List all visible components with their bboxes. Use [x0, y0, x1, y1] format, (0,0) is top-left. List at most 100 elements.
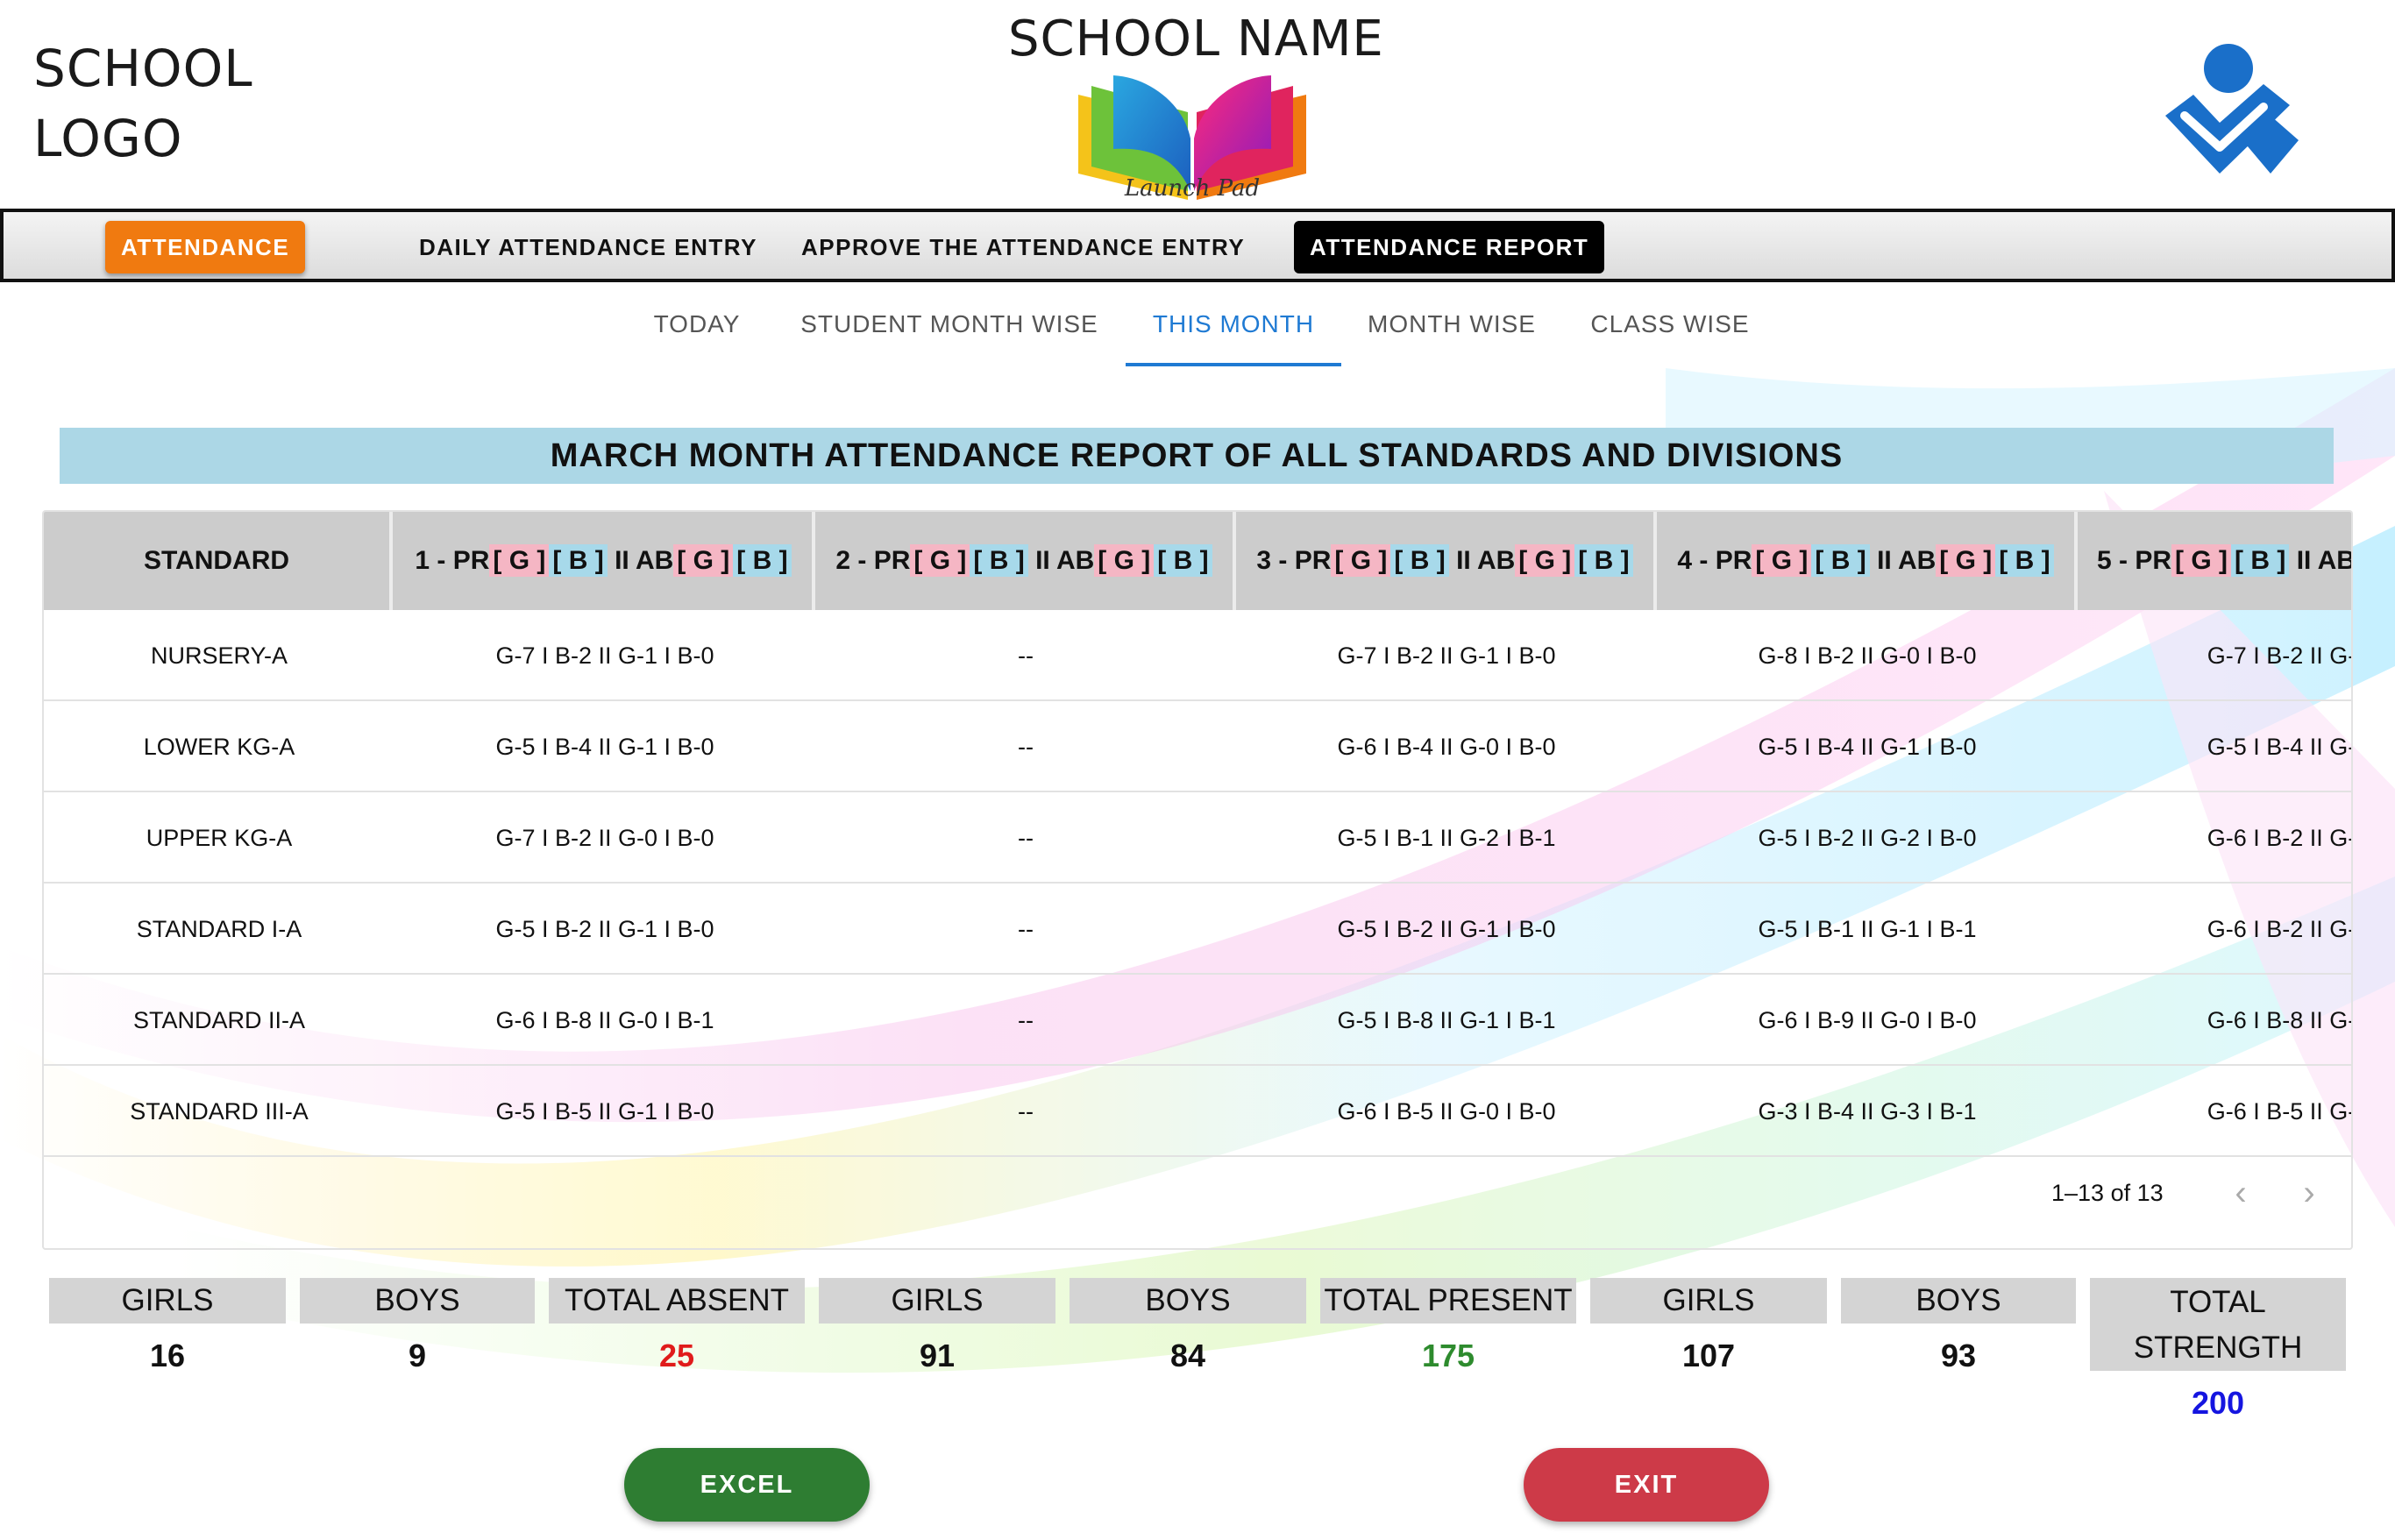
total-strength-label: TOTAL STRENGTH: [2090, 1278, 2346, 1371]
absent-separator: II AB: [2289, 546, 2353, 575]
school-logo: SCHOOL LOGO: [33, 33, 253, 174]
boys-tag: [ B ]: [1390, 544, 1449, 577]
tab-class-wise[interactable]: CLASS WISE: [1571, 282, 1769, 366]
boys-tag: [ B ]: [1154, 544, 1212, 577]
cell-day-4: G-5 I B-1 II G-1 I B-1: [1758, 916, 1977, 942]
cell-day-1: G-7 I B-2 II G-1 I B-0: [495, 642, 714, 669]
cell-day-5: G-5 I B-4 II G-1: [2207, 734, 2353, 760]
cell-day-5: G-6 I B-8 II G-0: [2207, 1007, 2353, 1033]
day-label: 1 - PR: [415, 546, 490, 575]
total-strength-label-line-2: STRENGTH: [2133, 1331, 2303, 1365]
table-row: UPPER KG-A G-7 I B-2 II G-0 I B-0 -- G-5…: [44, 792, 2353, 884]
table-row: LOWER KG-A G-5 I B-4 II G-1 I B-0 -- G-6…: [44, 701, 2353, 792]
strength-boys-label: BOYS: [1841, 1278, 2076, 1324]
column-header-standard[interactable]: STANDARD: [44, 512, 393, 610]
tab-student-month-wise[interactable]: STUDENT MONTH WISE: [789, 282, 1110, 366]
boys-tag: [ B ]: [1574, 544, 1633, 577]
absent-girls-label: GIRLS: [49, 1278, 286, 1324]
absent-girls-count: 16: [149, 1338, 186, 1373]
total-absent-label: TOTAL ABSENT: [549, 1278, 805, 1324]
cell-day-2: --: [1018, 1098, 1034, 1125]
girls-tag: [ G ]: [1515, 544, 1575, 577]
cell-day-4: G-6 I B-9 II G-0 I B-0: [1758, 1007, 1977, 1033]
girls-tag: [ G ]: [489, 544, 550, 577]
attendance-table: STANDARD 1 - PR[ G ][ B ] II AB[ G ][ B …: [42, 510, 2353, 1250]
tab-month-wise[interactable]: MONTH WISE: [1355, 282, 1548, 366]
girls-tag: [ G ]: [1936, 544, 1996, 577]
column-header-day-4[interactable]: 4 - PR[ G ][ B ] II AB[ G ][ B ]: [1657, 512, 2078, 610]
chevron-right-icon[interactable]: ›: [2292, 1146, 2327, 1239]
logo-line-2: LOGO: [33, 109, 183, 168]
absent-separator: II AB: [1448, 546, 1516, 575]
girls-tag: [ G ]: [1331, 544, 1391, 577]
present-girls-label: GIRLS: [819, 1278, 1055, 1324]
excel-export-button[interactable]: EXCEL: [624, 1448, 870, 1522]
nav-attendance-report[interactable]: ATTENDANCE REPORT: [1294, 221, 1605, 273]
cell-day-1: G-5 I B-2 II G-1 I B-0: [495, 916, 714, 942]
strength-boys-count: 93: [1940, 1338, 1977, 1373]
day-label: 4 - PR: [1677, 546, 1752, 575]
cell-day-4: G-3 I B-4 II G-3 I B-1: [1758, 1098, 1977, 1125]
present-boys-label: BOYS: [1070, 1278, 1306, 1324]
strength-girls-count: 107: [1681, 1338, 1736, 1373]
column-header-day-3[interactable]: 3 - PR[ G ][ B ] II AB[ G ][ B ]: [1236, 512, 1657, 610]
boys-tag: [ B ]: [1995, 544, 2054, 577]
cell-standard: STANDARD III-A: [130, 1098, 309, 1125]
cell-day-3: G-5 I B-8 II G-1 I B-1: [1337, 1007, 1556, 1033]
absent-separator: II AB: [607, 546, 674, 575]
cell-day-2: --: [1018, 916, 1034, 942]
table-header: STANDARD 1 - PR[ G ][ B ] II AB[ G ][ B …: [44, 512, 2353, 610]
cell-day-3: G-5 I B-1 II G-2 I B-1: [1337, 825, 1556, 851]
cell-day-2: --: [1018, 825, 1034, 851]
chevron-left-icon[interactable]: ‹: [2223, 1146, 2258, 1239]
main-navbar: ATTENDANCE DAILY ATTENDANCE ENTRY APPROV…: [0, 209, 2395, 282]
tab-today[interactable]: TODAY: [631, 282, 763, 366]
table-pagination: 1–13 of 13 ‹ ›: [44, 1146, 2351, 1248]
cell-day-1: G-5 I B-5 II G-1 I B-0: [495, 1098, 714, 1125]
absent-separator: II AB: [1869, 546, 1937, 575]
nav-attendance-module[interactable]: ATTENDANCE: [105, 221, 306, 273]
girls-tag: [ G ]: [2171, 544, 2232, 577]
day-label: 5 - PR: [2097, 546, 2172, 575]
absent-boys-count: 9: [408, 1338, 427, 1373]
report-tabs: TODAY STUDENT MONTH WISE THIS MONTH MONT…: [0, 282, 2395, 366]
exit-button[interactable]: EXIT: [1524, 1448, 1769, 1522]
column-header-day-5[interactable]: 5 - PR[ G ][ B ] II AB[ G ][ B ]: [2078, 512, 2353, 610]
report-title: MARCH MONTH ATTENDANCE REPORT OF ALL STA…: [60, 428, 2334, 484]
cell-standard: STANDARD I-A: [136, 916, 302, 942]
cell-day-3: G-7 I B-2 II G-1 I B-0: [1337, 642, 1556, 669]
boys-tag: [ B ]: [733, 544, 792, 577]
cell-day-3: G-5 I B-2 II G-1 I B-0: [1337, 916, 1556, 942]
total-present-label: TOTAL PRESENT: [1320, 1278, 1576, 1324]
tab-this-month[interactable]: THIS MONTH: [1126, 282, 1341, 366]
cell-day-2: --: [1018, 642, 1034, 669]
present-girls-count: 91: [919, 1338, 956, 1373]
boys-tag: [ B ]: [549, 544, 608, 577]
day-label: 3 - PR: [1256, 546, 1332, 575]
total-absent-count: 25: [658, 1338, 695, 1373]
nav-approve-attendance-entry[interactable]: APPROVE THE ATTENDANCE ENTRY: [785, 221, 1261, 273]
brand-checkmark-icon: [2165, 44, 2299, 174]
girls-tag: [ G ]: [1752, 544, 1812, 577]
table-row: STANDARD I-A G-5 I B-2 II G-1 I B-0 -- G…: [44, 884, 2351, 975]
day-label: 2 - PR: [835, 546, 911, 575]
school-tagline: Launch Pad: [1124, 175, 1261, 202]
present-boys-count: 84: [1169, 1338, 1206, 1373]
boys-tag: [ B ]: [1811, 544, 1870, 577]
school-name: SCHOOL NAME: [1008, 11, 1384, 67]
table-row: STANDARD III-A G-5 I B-5 II G-1 I B-0 --…: [44, 1066, 2351, 1157]
boys-tag: [ B ]: [2231, 544, 2290, 577]
cell-day-5: G-7 I B-2 II G-1: [2207, 642, 2353, 669]
column-header-day-2[interactable]: 2 - PR[ G ][ B ] II AB[ G ][ B ]: [815, 512, 1236, 610]
cell-day-4: G-5 I B-4 II G-1 I B-0: [1758, 734, 1977, 760]
column-header-day-1[interactable]: 1 - PR[ G ][ B ] II AB[ G ][ B ]: [394, 512, 815, 610]
table-row: NURSERY-A G-7 I B-2 II G-1 I B-0 -- G-7 …: [44, 610, 2353, 701]
cell-standard: UPPER KG-A: [146, 825, 293, 851]
cell-day-2: --: [1018, 734, 1034, 760]
nav-daily-attendance-entry[interactable]: DAILY ATTENDANCE ENTRY: [403, 221, 773, 273]
total-present-count: 175: [1421, 1338, 1475, 1373]
strength-girls-label: GIRLS: [1590, 1278, 1827, 1324]
absent-separator: II AB: [1027, 546, 1095, 575]
cell-day-5: G-6 I B-2 II G-1: [2207, 825, 2353, 851]
cell-day-3: G-6 I B-4 II G-0 I B-0: [1337, 734, 1556, 760]
